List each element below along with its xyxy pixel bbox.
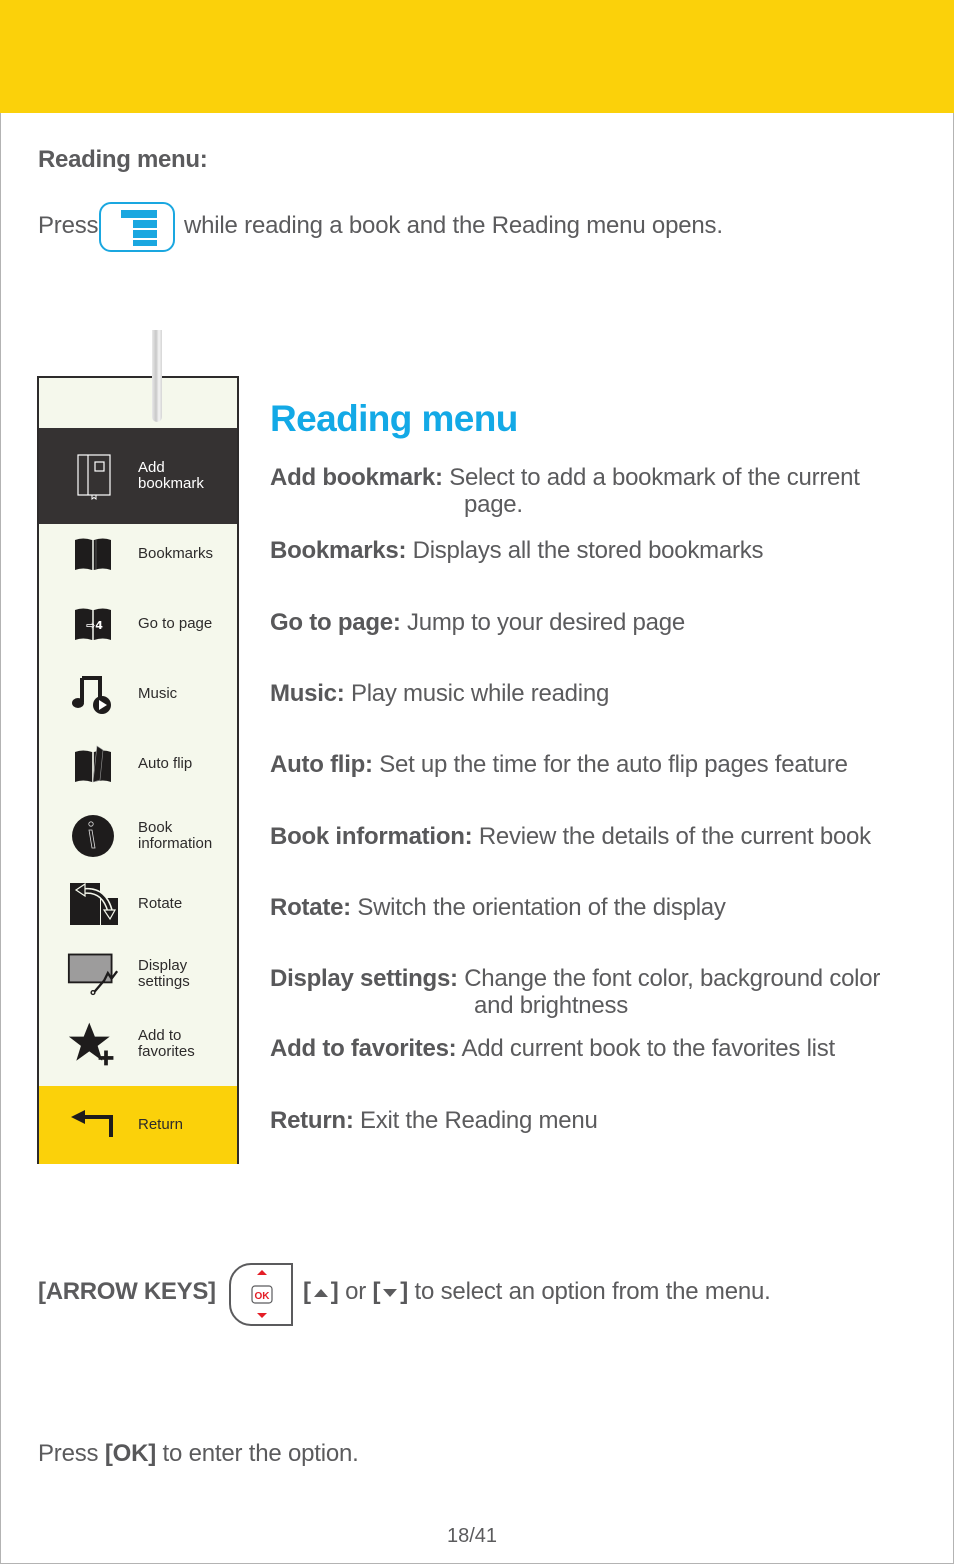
add-to-favorites-icon <box>67 1018 119 1070</box>
desc-add-to-favorites: Add to favorites: Add current book to th… <box>270 1035 835 1062</box>
return-icon <box>67 1099 119 1151</box>
desc-auto-flip: Auto flip: Set up the time for the auto … <box>270 751 848 778</box>
menu-item-bookmarks[interactable]: Bookmarks <box>39 524 237 584</box>
desc-book-information: Book information: Review the details of … <box>270 823 871 850</box>
desc-text: Set up the time for the auto flip pages … <box>379 751 848 778</box>
device-reading-menu: Add bookmark Bookmarks ⇨4 Go to page Mus… <box>37 376 239 1164</box>
arrow-keys-label: [ARROW KEYS] <box>38 1278 216 1305</box>
arrow-ok-key-icon: OK <box>229 1263 293 1326</box>
ok-instruction: Press [OK] to enter the option. <box>38 1440 359 1468</box>
auto-flip-icon <box>67 738 119 790</box>
desc-rotate: Rotate: Switch the orientation of the di… <box>270 894 726 921</box>
menu-item-go-to-page[interactable]: ⇨4 Go to page <box>39 594 237 654</box>
header-bar <box>0 0 954 113</box>
display-settings-icon <box>67 948 119 1000</box>
bracket: ] <box>400 1278 409 1305</box>
menu-item-label: Auto flip <box>138 755 193 772</box>
desc-term: Book information: <box>270 823 473 850</box>
desc-text: Review the details of the current book <box>478 823 871 850</box>
desc-text: Displays all the stored bookmarks <box>412 537 764 564</box>
desc-term: Rotate: <box>270 894 351 921</box>
desc-text: Select to add a bookmark of the current <box>449 464 860 491</box>
desc-go-to-page: Go to page: Jump to your desired page <box>270 609 685 636</box>
arrow-keys-text: to select an option from the menu. <box>414 1278 771 1305</box>
menu-item-label: Rotate <box>138 895 183 912</box>
menu-key-icon <box>99 202 175 252</box>
desc-text: Exit the Reading menu <box>360 1107 598 1134</box>
menu-item-label: Add to favorites <box>138 1027 195 1060</box>
add-bookmark-icon <box>67 450 119 502</box>
ok-key-text: [OK] <box>104 1440 157 1467</box>
desc-term: Add bookmark: <box>270 464 443 491</box>
desc-add-bookmark: Add bookmark: Select to add a bookmark o… <box>270 464 860 518</box>
menu-item-label: Return <box>138 1116 184 1133</box>
desc-term: Auto flip: <box>270 751 373 778</box>
menu-item-auto-flip[interactable]: Auto flip <box>39 734 237 794</box>
bracket: [ <box>372 1278 381 1305</box>
desc-text-continued: page. <box>464 491 523 518</box>
desc-term: Return: <box>270 1107 354 1134</box>
press-text: Press <box>38 212 99 239</box>
book-information-icon <box>67 810 119 862</box>
desc-text: Jump to your desired page <box>407 609 685 636</box>
down-arrow-icon <box>383 1288 398 1297</box>
menu-item-label: Add bookmark <box>138 459 204 492</box>
menu-item-display-settings[interactable]: Display settings <box>39 942 237 1006</box>
menu-item-label: Bookmarks <box>138 545 214 562</box>
bookmarks-icon <box>67 528 119 580</box>
desc-bookmarks: Bookmarks: Displays all the stored bookm… <box>270 537 763 564</box>
menu-item-label: Music <box>138 685 178 702</box>
menu-item-rotate[interactable]: Rotate <box>39 874 237 934</box>
desc-term: Go to page: <box>270 609 401 636</box>
menu-item-label: Display settings <box>138 957 190 990</box>
desc-return: Return: Exit the Reading menu <box>270 1107 598 1134</box>
ok-before: Press <box>38 1440 99 1467</box>
menu-item-book-information[interactable]: Book information <box>39 804 237 868</box>
menu-item-return[interactable]: Return <box>39 1086 237 1164</box>
desc-text: Add current book to the favorites list <box>461 1035 836 1062</box>
ok-key-label: OK <box>255 1291 271 1302</box>
desc-text: Change the font color, background color <box>464 965 881 992</box>
rotate-icon <box>67 878 119 930</box>
menu-item-label: Book information <box>138 819 213 852</box>
go-to-page-icon: ⇨4 <box>67 598 119 650</box>
menu-item-music[interactable]: Music <box>39 664 237 724</box>
page-number: 18/41 <box>447 1525 498 1547</box>
ok-after: to enter the option. <box>162 1440 359 1467</box>
or-text: or <box>345 1278 367 1305</box>
bracket: [ <box>303 1278 311 1305</box>
desc-text: Play music while reading <box>350 680 610 707</box>
menu-item-add-to-favorites[interactable]: Add to favorites <box>39 1012 237 1076</box>
menu-item-add-bookmark[interactable]: Add bookmark <box>39 428 237 524</box>
desc-term: Music: <box>270 680 345 707</box>
desc-term: Add to favorites: <box>270 1035 457 1062</box>
desc-display-settings: Display settings: Change the font color,… <box>270 965 880 1019</box>
desc-text-continued: and brightness <box>474 992 628 1019</box>
menu-item-label: Go to page <box>138 615 213 632</box>
stylus-illustration <box>152 330 162 422</box>
desc-term: Bookmarks: <box>270 537 407 564</box>
desc-music: Music: Play music while reading <box>270 680 609 707</box>
music-icon <box>67 668 119 720</box>
arrow-keys-instruction: [] or [] to select an option from the me… <box>303 1278 771 1306</box>
desc-term: Display settings: <box>270 965 458 992</box>
reading-menu-heading: Reading menu <box>270 398 518 439</box>
up-arrow-icon <box>313 1288 328 1297</box>
desc-text: Switch the orientation of the display <box>357 894 726 921</box>
svg-text:⇨4: ⇨4 <box>86 619 103 632</box>
bracket: ] <box>330 1278 339 1305</box>
press-description: while reading a book and the Reading men… <box>184 212 723 239</box>
section-title: Reading menu: <box>38 146 208 173</box>
